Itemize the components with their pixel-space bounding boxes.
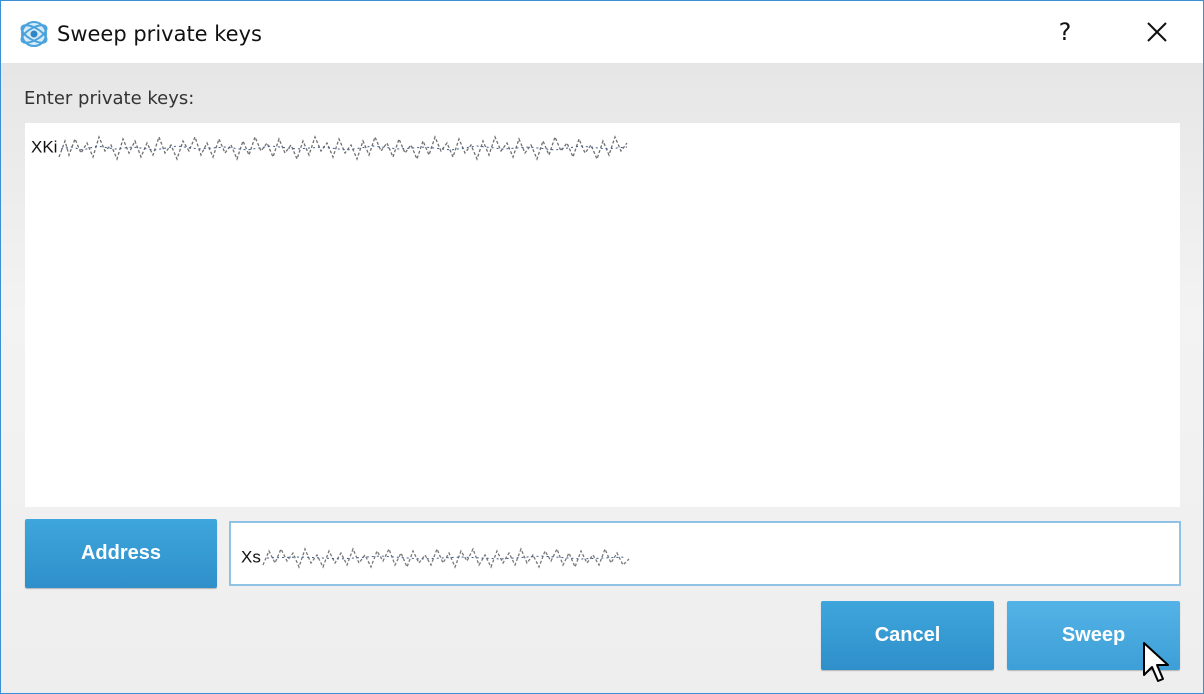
address-visible-prefix: Xs [241,547,261,567]
redacted-address-scribble [262,547,630,569]
private-keys-value: XKi [31,131,632,165]
help-icon: ? [1058,18,1072,46]
cancel-button[interactable]: Cancel [821,601,994,670]
redacted-key-scribble [58,135,628,161]
sweep-button[interactable]: Sweep [1007,601,1180,670]
destination-address-value: Xs [241,543,636,573]
destination-address-field[interactable]: Xs [229,521,1181,586]
title-bar: Sweep private keys ? [1,1,1203,63]
sweep-dialog: Sweep private keys ? Enter private keys:… [0,0,1204,694]
close-button[interactable] [1111,1,1203,63]
window-title: Sweep private keys [57,22,262,46]
private-keys-input[interactable]: XKi [25,123,1180,507]
private-keys-visible-prefix: XKi [31,137,58,157]
dialog-content: Enter private keys: XKi Address Xs Cance… [1,63,1203,693]
dash-app-icon [20,21,48,47]
close-icon [1147,22,1167,42]
private-keys-label: Enter private keys: [24,88,195,109]
address-button[interactable]: Address [25,519,217,588]
help-button[interactable]: ? [1019,1,1111,63]
